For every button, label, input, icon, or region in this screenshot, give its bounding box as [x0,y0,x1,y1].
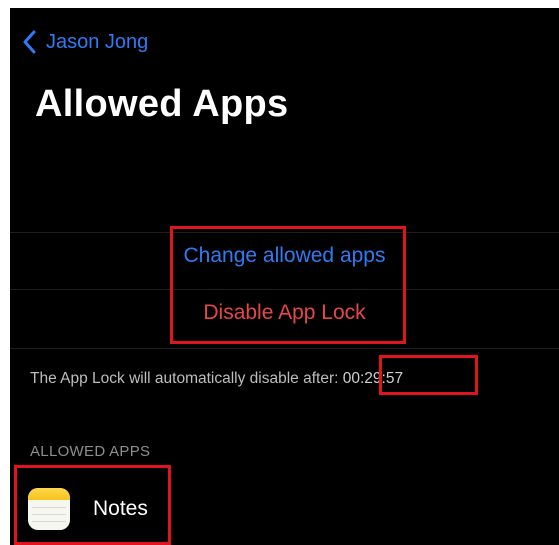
app-name: Notes [93,497,148,520]
page-title: Allowed Apps [35,83,289,125]
auto-disable-text: The App Lock will automatically disable … [30,370,343,387]
screen: Jason Jong Allowed Apps Change allowed a… [10,8,559,545]
notes-app-icon [28,488,70,530]
divider [10,289,559,290]
change-allowed-apps-button[interactable]: Change allowed apps [10,242,559,270]
app-row-notes[interactable]: Notes [10,478,559,540]
countdown-timer: 00:29:57 [342,370,404,387]
back-button[interactable]: Jason Jong [22,28,148,56]
section-header: ALLOWED APPS [30,443,151,460]
divider [10,232,559,233]
chevron-left-icon [23,30,36,54]
disable-app-lock-button[interactable]: Disable App Lock [10,299,559,327]
divider [10,348,559,349]
auto-disable-note: The App Lock will automatically disable … [30,368,403,390]
back-label: Jason Jong [46,31,149,53]
